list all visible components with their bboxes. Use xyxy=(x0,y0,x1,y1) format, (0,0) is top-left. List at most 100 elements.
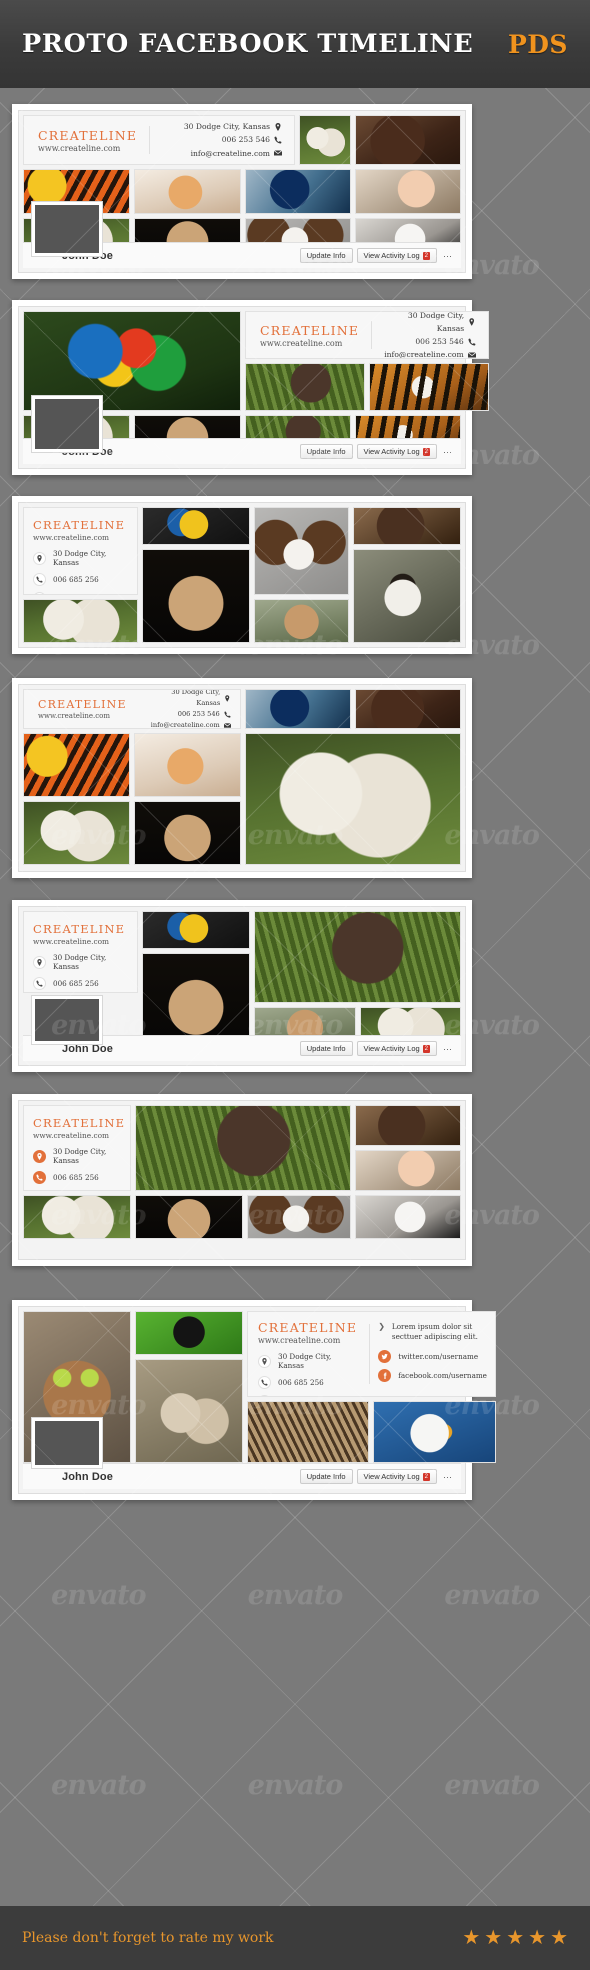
phone-icon xyxy=(33,977,46,990)
view-activity-log-button-5[interactable]: View Activity Log 2 xyxy=(356,1041,437,1056)
mockup-7: CREATELINE www.createline.com 30 Dodge C… xyxy=(12,1300,496,1500)
star-icon[interactable]: ★ xyxy=(462,1928,480,1948)
star-icon[interactable]: ★ xyxy=(484,1928,502,1948)
photo-dog-brown-3 xyxy=(355,689,461,729)
contact-card-5: CREATELINE www.createline.com 30 Dodge C… xyxy=(23,911,139,993)
file-format-label: PDS xyxy=(507,29,568,59)
mockup-7-body: CREATELINE www.createline.com 30 Dodge C… xyxy=(18,1306,496,1494)
photo-eagle xyxy=(373,1401,496,1463)
email-text-4: info@createline.com xyxy=(150,720,220,729)
mockup-1-body: CREATELINE www.createline.com 30 Dodge C… xyxy=(18,110,466,273)
phone-text: 006 253 546 xyxy=(221,135,270,145)
update-info-button-7[interactable]: Update Info xyxy=(299,1469,353,1484)
brand-website: www.createline.com xyxy=(38,143,121,153)
activity-badge: 2 xyxy=(422,251,430,260)
contact-info-2: 30 Dodge City, Kansas 006 253 546 info@c… xyxy=(384,311,488,359)
watermark-text: envato xyxy=(247,1770,343,1801)
phone-icon xyxy=(33,1171,46,1184)
star-icon[interactable]: ★ xyxy=(506,1928,524,1948)
photo-blue-bird-2 xyxy=(245,689,351,729)
envelope-icon xyxy=(274,150,282,156)
phone-icon xyxy=(258,1376,271,1389)
profile-avatar[interactable] xyxy=(31,201,103,257)
brand-block: CREATELINE www.createline.com xyxy=(24,128,137,153)
star-icon[interactable]: ★ xyxy=(550,1928,568,1948)
photo-otter xyxy=(245,363,365,411)
brand-block-4: CREATELINE www.createline.com xyxy=(24,698,127,720)
photo-puma xyxy=(254,599,349,643)
email-text-2: info@createline.com xyxy=(384,350,464,359)
phone-text-7: 006 685 256 xyxy=(278,1378,324,1387)
view-activity-log-button-7[interactable]: View Activity Log 2 xyxy=(356,1469,437,1484)
view-activity-log-button[interactable]: View Activity Log 2 xyxy=(356,248,437,263)
more-options-button-7[interactable]: ··· xyxy=(441,1472,454,1482)
photo-lamb xyxy=(299,115,351,165)
location-pin-icon xyxy=(33,551,46,565)
photo-sheep-herd xyxy=(135,1359,243,1463)
brand-name-4: CREATELINE xyxy=(38,698,127,711)
brand-name-2: CREATELINE xyxy=(260,322,360,338)
facebook-handle[interactable]: facebook.com/username xyxy=(398,1371,487,1380)
phone-text-3: 006 685 256 xyxy=(53,575,99,584)
photo-porcupine xyxy=(247,1401,370,1463)
profile-avatar-2[interactable] xyxy=(31,395,103,453)
brand-name-5: CREATELINE xyxy=(33,922,126,936)
photo-lion-5 xyxy=(142,953,251,1047)
watermark-text: envato xyxy=(51,1770,146,1801)
view-activity-log-button-2[interactable]: View Activity Log 2 xyxy=(356,444,437,459)
activity-badge-5: 2 xyxy=(422,1044,430,1053)
phone-text-4: 006 253 546 xyxy=(177,710,220,718)
mockup-5-body: CREATELINE www.createline.com 30 Dodge C… xyxy=(18,906,466,1066)
location-pin-icon xyxy=(33,1149,46,1163)
photo-lion-4 xyxy=(134,801,241,865)
twitter-icon[interactable] xyxy=(378,1349,392,1363)
mockup-3: CREATELINE www.createline.com 30 Dodge C… xyxy=(12,496,472,654)
social-contact-panel: CREATELINE www.createline.com 30 Dodge C… xyxy=(247,1311,496,1397)
watermark-row: envato envato envato xyxy=(0,1770,590,1801)
more-options-button-5[interactable]: ··· xyxy=(441,1044,454,1054)
watermark-text: envato xyxy=(51,1580,146,1611)
contact-card-3: CREATELINE www.createline.com 30 Dodge C… xyxy=(23,507,139,595)
photo-dog-brown-2 xyxy=(353,507,461,545)
more-options-button[interactable]: ··· xyxy=(441,251,454,261)
photo-lion-6 xyxy=(135,1195,243,1239)
brand-name-7: CREATELINE xyxy=(258,1320,358,1335)
contact-strip: CREATELINE www.createline.com 30 Dodge C… xyxy=(23,115,295,165)
envelope-icon xyxy=(467,351,476,358)
location-pin-icon xyxy=(225,694,230,702)
phone-icon xyxy=(33,573,46,586)
photo-blue-bird xyxy=(245,169,351,214)
address-text-3: 30 Dodge City, Kansas xyxy=(53,549,107,567)
facebook-icon[interactable] xyxy=(378,1368,392,1382)
divider-2 xyxy=(371,321,373,349)
address-text-2: 30 Dodge City, Kansas xyxy=(407,311,465,333)
profile-name-7: John Doe xyxy=(62,1470,113,1483)
photo-girl-2 xyxy=(355,1150,461,1191)
brand-website-3: www.createline.com xyxy=(33,533,110,542)
star-rating[interactable]: ★ ★ ★ ★ ★ xyxy=(462,1928,568,1948)
mockup-6-body: CREATELINE www.createline.com 30 Dodge C… xyxy=(18,1100,466,1260)
address-text: 30 Dodge City, Kansas xyxy=(183,122,270,132)
brand-block-2: CREATELINE www.createline.com xyxy=(246,323,359,348)
photo-macaw xyxy=(142,507,251,545)
photo-girl xyxy=(355,169,461,214)
mockup-5: CREATELINE www.createline.com 30 Dodge C… xyxy=(12,900,472,1072)
phone-text-6: 006 685 256 xyxy=(53,1173,99,1182)
brand-website-5: www.createline.com xyxy=(33,937,110,946)
mockup-4-body: CREATELINE www.createline.com 30 Dodge C… xyxy=(18,684,466,872)
photo-lamb-5 xyxy=(23,801,130,865)
twitter-handle[interactable]: twitter.com/username xyxy=(398,1352,478,1361)
update-info-button[interactable]: Update Info xyxy=(299,248,353,263)
profile-avatar-5[interactable] xyxy=(31,995,103,1045)
brand-name-6: CREATELINE xyxy=(33,1116,126,1130)
phone-icon xyxy=(274,136,282,144)
mockup-1: CREATELINE www.createline.com 30 Dodge C… xyxy=(12,104,472,279)
profile-avatar-7[interactable] xyxy=(31,1417,103,1469)
mockup-6: CREATELINE www.createline.com 30 Dodge C… xyxy=(12,1094,472,1266)
star-icon[interactable]: ★ xyxy=(528,1928,546,1948)
more-options-button-2[interactable]: ··· xyxy=(441,447,454,457)
update-info-button-5[interactable]: Update Info xyxy=(299,1041,353,1056)
photo-lamb-large xyxy=(245,733,461,865)
brand-website-7: www.createline.com xyxy=(258,1336,341,1345)
update-info-button-2[interactable]: Update Info xyxy=(299,444,353,459)
